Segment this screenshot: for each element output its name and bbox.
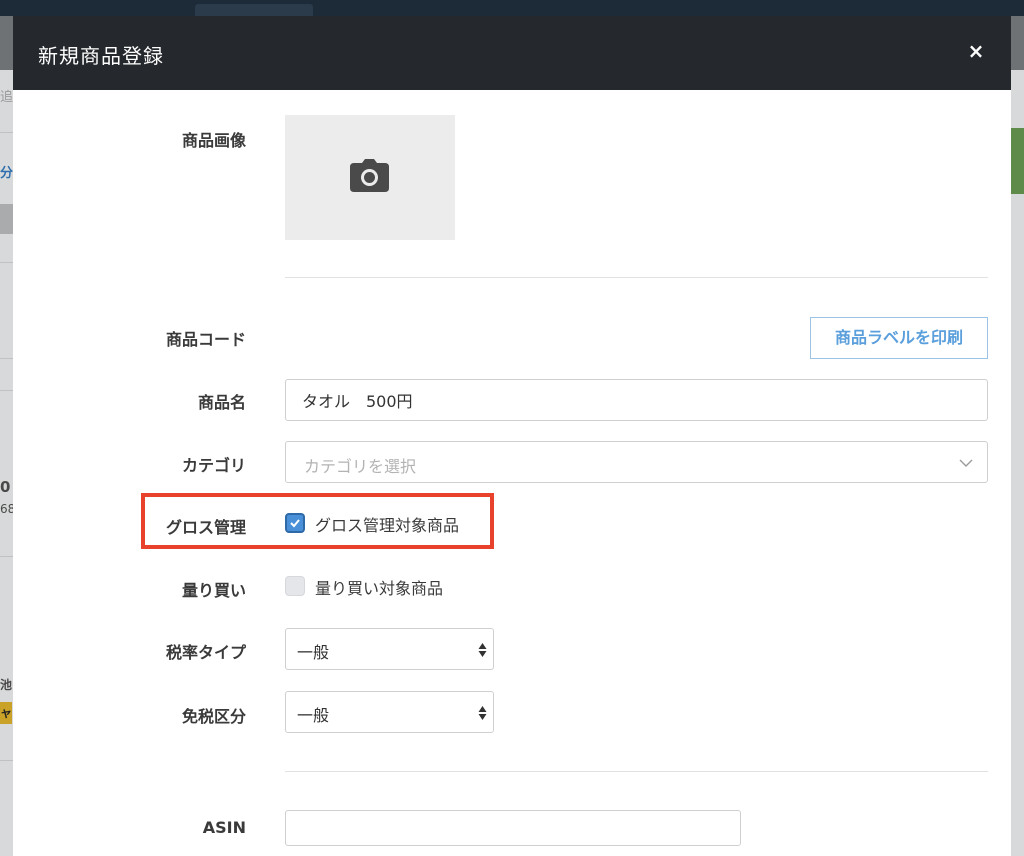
product-name-label: 商品名 [197, 393, 246, 412]
background-text-fragment: 池 [0, 678, 13, 692]
category-select[interactable]: カテゴリを選択 [285, 441, 988, 483]
select-arrows-icon [478, 643, 487, 657]
tax-type-value: 一般 [297, 643, 330, 662]
background-left-edge: 追 分 0 68 池 ャ [0, 70, 15, 856]
section-divider [285, 277, 988, 278]
background-divider [0, 556, 13, 557]
check-icon [290, 519, 300, 528]
background-divider [0, 262, 13, 263]
asin-input[interactable] [285, 810, 741, 846]
new-product-modal: 新規商品登録 × 商品画像 商品コード 商品ラベルを印刷 商品名 カテゴリ カテ… [13, 16, 1011, 856]
background-text-fragment: 分 [0, 166, 14, 181]
background-top-bar [0, 0, 1024, 16]
background-text-fragment: ャ [0, 706, 13, 720]
product-image-upload[interactable] [285, 115, 455, 240]
modal-header: 新規商品登録 × [13, 16, 1011, 90]
close-button[interactable]: × [961, 36, 991, 66]
product-code-label: 商品コード [165, 330, 246, 349]
background-block [0, 204, 13, 234]
background-divider [0, 132, 13, 133]
background-text-fragment: 0 [0, 478, 11, 496]
tax-free-select[interactable]: 一般 [285, 691, 494, 733]
gross-management-checkbox[interactable] [285, 513, 305, 533]
print-label-button[interactable]: 商品ラベルを印刷 [810, 317, 988, 359]
background-text-fragment: 追 [0, 90, 14, 105]
chevron-down-icon [959, 459, 973, 467]
category-placeholder: カテゴリを選択 [304, 457, 417, 476]
background-right-edge [1011, 70, 1024, 856]
background-divider [0, 760, 13, 761]
bulk-purchase-label: 量り買い [181, 581, 246, 600]
select-arrows-icon [478, 706, 487, 720]
gross-management-label: グロス管理 [165, 518, 246, 537]
background-divider [0, 358, 13, 359]
background-divider [0, 390, 13, 391]
modal-title: 新規商品登録 [38, 44, 164, 68]
tax-type-label: 税率タイプ [165, 643, 246, 662]
product-name-input[interactable] [285, 379, 988, 421]
asin-label: ASIN [202, 818, 246, 837]
background-tab [195, 4, 313, 16]
category-label: カテゴリ [181, 456, 246, 475]
camera-icon [350, 159, 389, 192]
section-divider [285, 771, 988, 772]
background-green-button [1011, 128, 1024, 194]
gross-management-checkbox-label[interactable]: グロス管理対象商品 [315, 512, 459, 536]
tax-free-label: 免税区分 [181, 707, 246, 726]
tax-free-value: 一般 [297, 706, 330, 725]
tax-type-select[interactable]: 一般 [285, 628, 494, 670]
bulk-purchase-checkbox[interactable] [285, 576, 305, 596]
bulk-purchase-checkbox-label[interactable]: 量り買い対象商品 [315, 575, 443, 599]
product-image-label: 商品画像 [181, 131, 246, 150]
